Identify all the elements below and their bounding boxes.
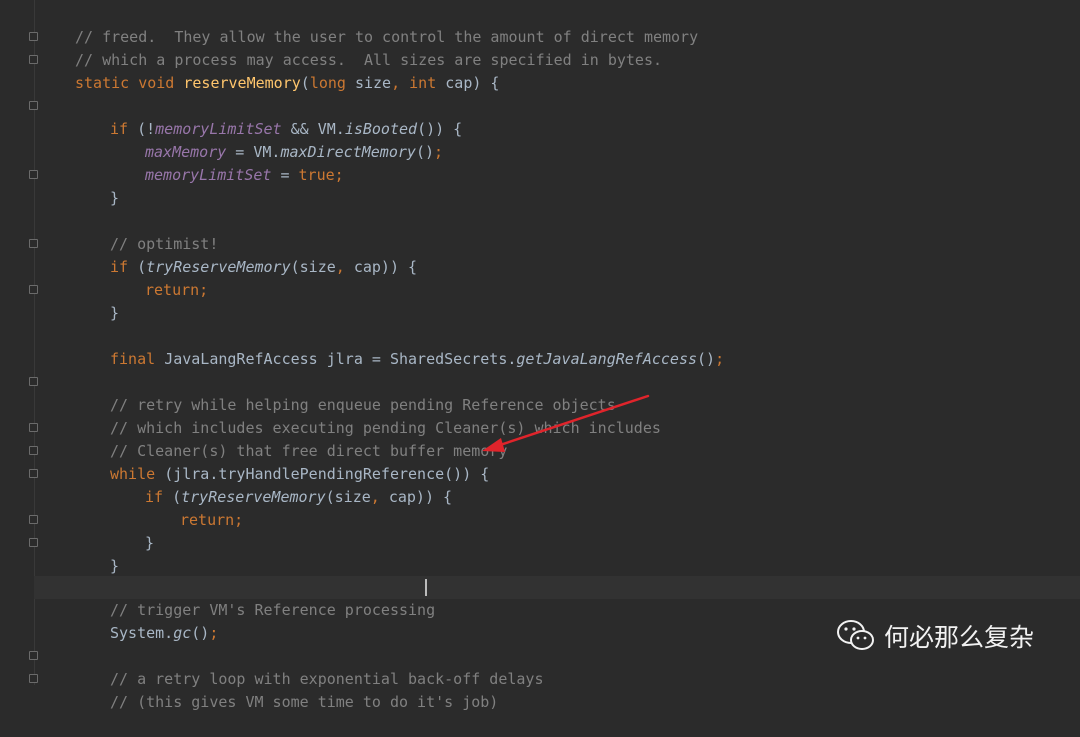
code-line-current: // trigger VM's Reference processing	[34, 576, 1080, 619]
code-line: if (tryReserveMemory(size, cap)) {	[145, 488, 453, 506]
fold-marker-icon[interactable]	[29, 239, 38, 248]
fold-marker-icon[interactable]	[29, 32, 38, 41]
watermark: 何必那么复杂	[836, 618, 1034, 654]
wechat-icon	[837, 620, 874, 650]
fold-marker-icon[interactable]	[29, 101, 38, 110]
code-line: // which a process may access. All sizes…	[0, 26, 1080, 69]
code-line: return;	[145, 281, 209, 299]
fold-marker-icon[interactable]	[29, 170, 38, 179]
code-line: if (!memoryLimitSet && VM.isBooted()) {	[110, 120, 463, 138]
code-line: if (tryReserveMemory(size, cap)) {	[110, 258, 418, 276]
fold-marker-icon[interactable]	[29, 55, 38, 64]
code-line-method-signature: static void reserveMemory(long size, int…	[75, 74, 500, 92]
comment: // (this gives VM some time to do it's j…	[110, 693, 499, 711]
code-editor[interactable]: // freed. They allow the user to control…	[0, 0, 1080, 711]
code-line: // freed. They allow the user to control…	[0, 3, 1080, 46]
watermark-text: 何必那么复杂	[884, 623, 1035, 652]
fold-marker-icon[interactable]	[29, 469, 38, 478]
text-caret	[425, 579, 427, 596]
fold-marker-icon[interactable]	[29, 285, 38, 294]
fold-marker-icon[interactable]	[29, 515, 38, 524]
code-line: }	[110, 557, 120, 575]
fold-marker-icon[interactable]	[29, 674, 38, 683]
code-line: }	[145, 534, 155, 552]
code-line: // Cleaner(s) that free direct buffer me…	[0, 417, 1080, 460]
code-line: memoryLimitSet = true;	[145, 166, 344, 184]
code-line: // which includes executing pending Clea…	[0, 394, 1080, 437]
code-line: final JavaLangRefAccess jlra = SharedSec…	[110, 350, 725, 368]
code-line: // retry while helping enqueue pending R…	[0, 371, 1080, 414]
fold-marker-icon[interactable]	[29, 377, 38, 386]
code-line: }	[110, 189, 120, 207]
code-line: // (this gives VM some time to do it's j…	[0, 668, 1080, 711]
fold-marker-icon[interactable]	[29, 446, 38, 455]
code-line: // optimist!	[0, 210, 1080, 253]
code-line: maxMemory = VM.maxDirectMemory();	[145, 143, 444, 161]
code-line: }	[110, 304, 120, 322]
code-line: return;	[180, 511, 244, 529]
fold-marker-icon[interactable]	[29, 651, 38, 660]
code-line-highlighted: while (jlra.tryHandlePendingReference())…	[110, 465, 490, 483]
fold-marker-icon[interactable]	[29, 423, 38, 432]
fold-marker-icon[interactable]	[29, 538, 38, 547]
